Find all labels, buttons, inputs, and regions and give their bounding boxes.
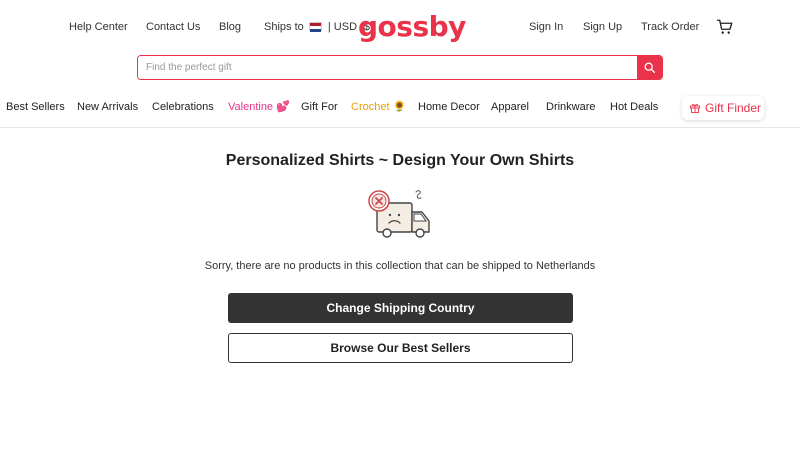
search-input[interactable]	[138, 56, 638, 79]
nav-item-home-decor[interactable]: Home Decor	[418, 100, 480, 114]
sad-delivery-truck-icon	[368, 190, 430, 238]
contact-us-link[interactable]: Contact Us	[146, 20, 200, 34]
netherlands-flag-icon	[308, 22, 322, 32]
nav-item-drinkware[interactable]: Drinkware	[546, 100, 596, 114]
sign-in-link[interactable]: Sign In	[529, 20, 563, 34]
no-products-message: Sorry, there are no products in this col…	[204, 260, 596, 272]
sign-up-link[interactable]: Sign Up	[583, 20, 622, 34]
nav-item-apparel[interactable]: Apparel	[491, 100, 529, 114]
top-bar: Help Center Contact Us Blog Ships to | U…	[0, 0, 800, 54]
help-center-link[interactable]: Help Center	[69, 20, 128, 34]
change-shipping-country-button[interactable]: Change Shipping Country	[228, 293, 573, 323]
ships-to-label: Ships to	[264, 21, 304, 33]
nav-item-best-sellers[interactable]: Best Sellers	[6, 100, 65, 114]
search-icon	[644, 62, 656, 74]
nav-item-gift-for[interactable]: Gift For	[301, 100, 338, 114]
browse-best-sellers-button[interactable]: Browse Our Best Sellers	[228, 333, 573, 363]
blog-link[interactable]: Blog	[219, 20, 241, 34]
nav-item-valentine[interactable]: Valentine 💕	[228, 100, 290, 114]
cart-icon[interactable]	[716, 18, 734, 36]
logo[interactable]: gossby	[358, 12, 466, 42]
gift-finder-label: Gift Finder	[705, 101, 762, 115]
category-nav: Best Sellers New Arrivals Celebrations V…	[0, 88, 800, 128]
nav-item-hot-deals[interactable]: Hot Deals	[610, 100, 658, 114]
search-bar	[137, 55, 663, 80]
nav-item-crochet[interactable]: Crochet 🌻	[351, 100, 406, 114]
page-title: Personalized Shirts ~ Design Your Own Sh…	[225, 152, 575, 169]
gift-finder-button[interactable]: Gift Finder	[682, 96, 764, 120]
gift-icon	[690, 104, 700, 113]
nav-item-new-arrivals[interactable]: New Arrivals	[77, 100, 138, 114]
track-order-link[interactable]: Track Order	[641, 20, 699, 34]
nav-item-celebrations[interactable]: Celebrations	[152, 100, 214, 114]
search-button[interactable]	[637, 56, 662, 79]
